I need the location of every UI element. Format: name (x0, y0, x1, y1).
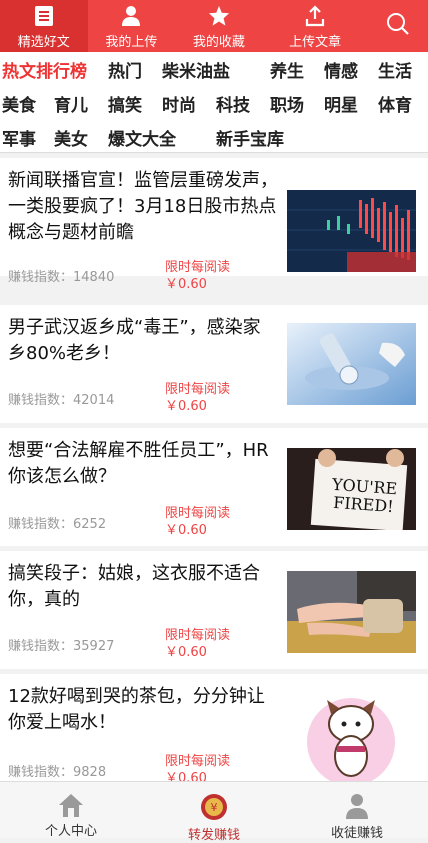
you-re-fired-sign-image: YOU'RE FIRED! (287, 448, 416, 530)
category-item[interactable]: 明星 (324, 91, 358, 116)
tab-personal-center[interactable]: 个人中心 (0, 782, 142, 839)
tab-my-favorites[interactable]: 我的收藏 (175, 0, 263, 52)
article-item[interactable]: 12款好喝到哭的茶包，分分钟让你爱上喝水！ 赚钱指数：9828 限时每阅读 ￥0.… (0, 674, 428, 786)
svg-text:¥: ¥ (211, 801, 218, 814)
tab-recruit-earn[interactable]: 收徒赚钱 (286, 782, 428, 841)
home-icon (57, 792, 85, 818)
tab-label: 个人中心 (44, 824, 97, 839)
category-item[interactable]: 柴米油盐 (162, 57, 230, 82)
apprentice-icon (344, 792, 370, 820)
money-index: 赚钱指数：14840 (8, 270, 115, 285)
reward-info: 限时每阅读 ￥0.60 (165, 506, 231, 538)
article-item[interactable]: 男子武汉返乡成“毒王”，感染家乡80%老乡！ 赚钱指数：42014 限时每阅读 ￥… (0, 305, 428, 423)
tab-share-earn[interactable]: ¥ 转发赚钱 (143, 782, 285, 843)
tab-upload-article[interactable]: 上传文章 (263, 0, 368, 52)
money-bag-icon: ¥ (199, 792, 229, 822)
article-title: 搞笑段子：姑娘，这衣服不适合你，真的 (8, 563, 260, 610)
person-icon (120, 4, 142, 28)
top-nav: 精选好文 我的上传 我的收藏 上传文章 (0, 0, 428, 52)
search-button[interactable] (368, 0, 428, 52)
article-title: 12款好喝到哭的茶包，分分钟让你爱上喝水！ (8, 686, 265, 733)
category-item[interactable]: 职场 (270, 91, 304, 116)
tab-label: 转发赚钱 (187, 828, 240, 843)
category-bar: 热文排行榜 热门 柴米油盐 养生 情感 生活 美食 育儿 搞笑 时尚 科技 职场… (0, 52, 428, 153)
woman-legs-image (287, 571, 416, 653)
article-item[interactable]: 想要“合法解雇不胜任员工”，HR你该怎么做？ 赚钱指数：6252 限时每阅读 ￥0… (0, 428, 428, 546)
category-item[interactable]: 科技 (216, 91, 250, 116)
category-item[interactable]: 新手宝库 (216, 125, 284, 150)
category-item[interactable]: 热门 (108, 57, 142, 82)
article-title: 新闻联播官宣！监管层重磅发声，一类股要疯了！3月18日股市热点概念与题材前瞻 (8, 170, 278, 243)
article-title: 男子武汉返乡成“毒王”，感染家乡80%老乡！ (8, 317, 261, 364)
money-index: 赚钱指数：35927 (8, 639, 115, 654)
reward-info: 限时每阅读 ￥0.60 (165, 382, 231, 414)
tab-label: 我的上传 (105, 35, 158, 50)
star-icon (208, 4, 230, 28)
tab-label: 上传文章 (289, 35, 342, 50)
reward-info: 限时每阅读 ￥0.60 (165, 260, 231, 292)
bottom-tab-bar: 个人中心 ¥ 转发赚钱 收徒赚钱 (0, 781, 428, 843)
article-icon (34, 4, 54, 28)
tab-label: 精选好文 (17, 35, 70, 50)
category-item[interactable]: 美女 (54, 125, 88, 150)
tab-label: 我的收藏 (192, 35, 245, 50)
search-icon (386, 12, 410, 40)
money-index: 赚钱指数：9828 (8, 765, 107, 780)
category-hot-ranking[interactable]: 热文排行榜 (2, 57, 87, 82)
upload-icon (304, 4, 326, 28)
stock-chart-image (287, 190, 416, 272)
money-index: 赚钱指数：42014 (8, 393, 115, 408)
tab-label: 收徒赚钱 (330, 826, 383, 841)
article-item[interactable]: 新闻联播官宣！监管层重磅发声，一类股要疯了！3月18日股市热点概念与题材前瞻 赚… (0, 158, 428, 292)
article-title: 想要“合法解雇不胜任员工”，HR你该怎么做？ (8, 440, 269, 487)
category-item[interactable]: 搞笑 (108, 91, 142, 116)
microscope-image (287, 323, 416, 405)
category-item[interactable]: 军事 (2, 125, 36, 150)
cartoon-cat-image (287, 694, 416, 781)
category-item[interactable]: 情感 (324, 57, 358, 82)
category-item[interactable]: 育儿 (54, 91, 88, 116)
category-item[interactable]: 生活 (378, 57, 412, 82)
tab-my-uploads[interactable]: 我的上传 (88, 0, 176, 52)
tab-featured-articles[interactable]: 精选好文 (0, 0, 88, 52)
category-item[interactable]: 美食 (2, 91, 36, 116)
category-item[interactable]: 时尚 (162, 91, 196, 116)
reward-info: 限时每阅读 ￥0.60 (165, 628, 231, 660)
article-item[interactable]: 搞笑段子：姑娘，这衣服不适合你，真的 赚钱指数：35927 限时每阅读 ￥0.60 (0, 551, 428, 669)
sign-text: YOU'RE FIRED! (331, 474, 398, 517)
category-item[interactable]: 爆文大全 (108, 125, 176, 150)
category-item[interactable]: 体育 (378, 91, 412, 116)
category-item[interactable]: 养生 (270, 57, 304, 82)
money-index: 赚钱指数：6252 (8, 517, 107, 532)
